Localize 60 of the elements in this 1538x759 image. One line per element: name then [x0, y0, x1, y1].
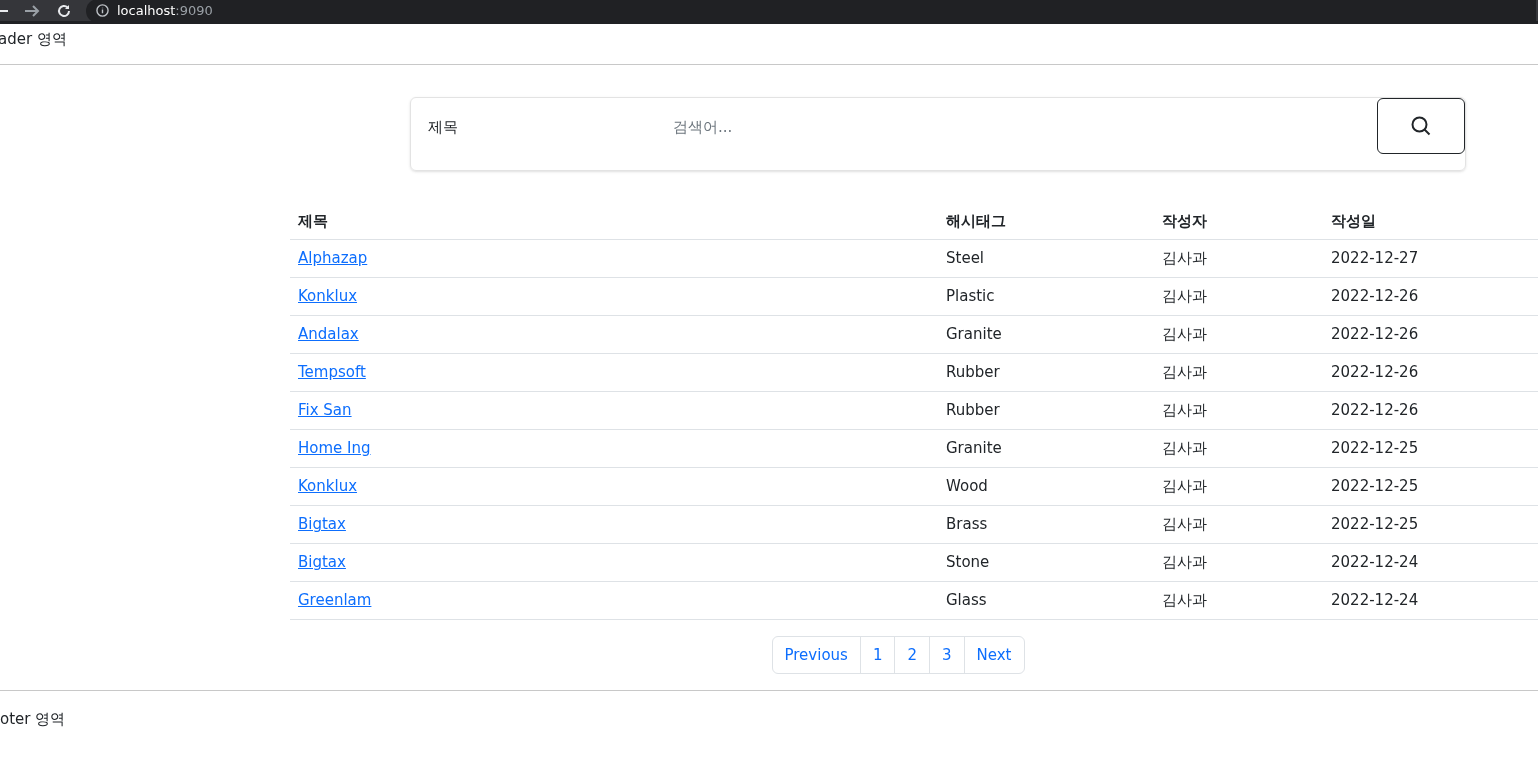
- date-text: 2022-12-24: [1331, 591, 1419, 610]
- column-header: 작성일: [1331, 212, 1376, 231]
- date-text: 2022-12-26: [1331, 363, 1419, 382]
- article-title-link[interactable]: Alphazap: [298, 249, 368, 268]
- article-title-link[interactable]: Bigtax: [298, 553, 346, 572]
- hashtag-text: Rubber: [946, 401, 1000, 420]
- article-title-link[interactable]: Greenlam: [298, 591, 372, 610]
- reload-icon[interactable]: [56, 2, 72, 19]
- author-text: 김사과: [1162, 553, 1207, 572]
- hashtag-text: Wood: [946, 477, 988, 496]
- column-header: 해시태그: [946, 212, 1006, 231]
- hashtag-text: Rubber: [946, 363, 1000, 382]
- author-text: 김사과: [1162, 249, 1207, 268]
- search-button[interactable]: [1377, 98, 1465, 154]
- author-text: 김사과: [1162, 401, 1207, 420]
- hashtag-text: Glass: [946, 591, 987, 610]
- date-text: 2022-12-26: [1331, 287, 1419, 306]
- pagination-link[interactable]: Next: [963, 637, 1024, 673]
- author-text: 김사과: [1162, 363, 1207, 382]
- hashtag-text: Brass: [946, 515, 988, 534]
- article-title-link[interactable]: Konklux: [298, 477, 357, 496]
- url-host: localhost: [117, 3, 176, 18]
- hashtag-text: Stone: [946, 553, 990, 572]
- author-text: 김사과: [1162, 515, 1207, 534]
- search-bar[interactable]: 제목 검색어...: [410, 97, 1466, 171]
- hashtag-text: Steel: [946, 249, 985, 268]
- address-bar[interactable]: localhost:9090: [86, 0, 1536, 23]
- column-header: 작성자: [1162, 212, 1207, 231]
- author-text: 김사과: [1162, 325, 1207, 344]
- article-title-link[interactable]: Home Ing: [298, 439, 371, 458]
- search-type-label[interactable]: 제목: [428, 116, 673, 139]
- author-text: 김사과: [1162, 591, 1207, 610]
- hashtag-text: Plastic: [946, 287, 995, 306]
- hashtag-text: Granite: [946, 325, 1002, 344]
- info-icon[interactable]: [96, 4, 109, 17]
- pagination-link[interactable]: Previous: [772, 637, 860, 673]
- author-text: 김사과: [1162, 477, 1207, 496]
- date-text: 2022-12-24: [1331, 553, 1419, 572]
- date-text: 2022-12-26: [1331, 401, 1419, 420]
- date-text: 2022-12-25: [1331, 439, 1419, 458]
- date-text: 2022-12-25: [1331, 477, 1419, 496]
- article-title-link[interactable]: Bigtax: [298, 515, 346, 534]
- pagination-link[interactable]: 3: [929, 637, 964, 673]
- search-icon: [1411, 116, 1431, 136]
- author-text: 김사과: [1162, 287, 1207, 306]
- footer-text: oter 영역: [0, 710, 66, 728]
- article-title-link[interactable]: Fix San: [298, 401, 352, 420]
- date-text: 2022-12-26: [1331, 325, 1419, 344]
- article-title-link[interactable]: Konklux: [298, 287, 357, 306]
- column-header: 제목: [298, 212, 328, 231]
- date-text: 2022-12-25: [1331, 515, 1419, 534]
- article-title-link[interactable]: Tempsoft: [298, 363, 366, 382]
- forward-arrow-icon[interactable]: [24, 3, 40, 18]
- article-title-link[interactable]: Andalax: [298, 325, 359, 344]
- url-port: :9090: [175, 3, 213, 18]
- author-text: 김사과: [1162, 439, 1207, 458]
- pagination-link[interactable]: 1: [859, 637, 895, 673]
- hashtag-text: Granite: [946, 439, 1002, 458]
- date-text: 2022-12-27: [1331, 249, 1419, 268]
- pagination-link[interactable]: 2: [894, 637, 929, 673]
